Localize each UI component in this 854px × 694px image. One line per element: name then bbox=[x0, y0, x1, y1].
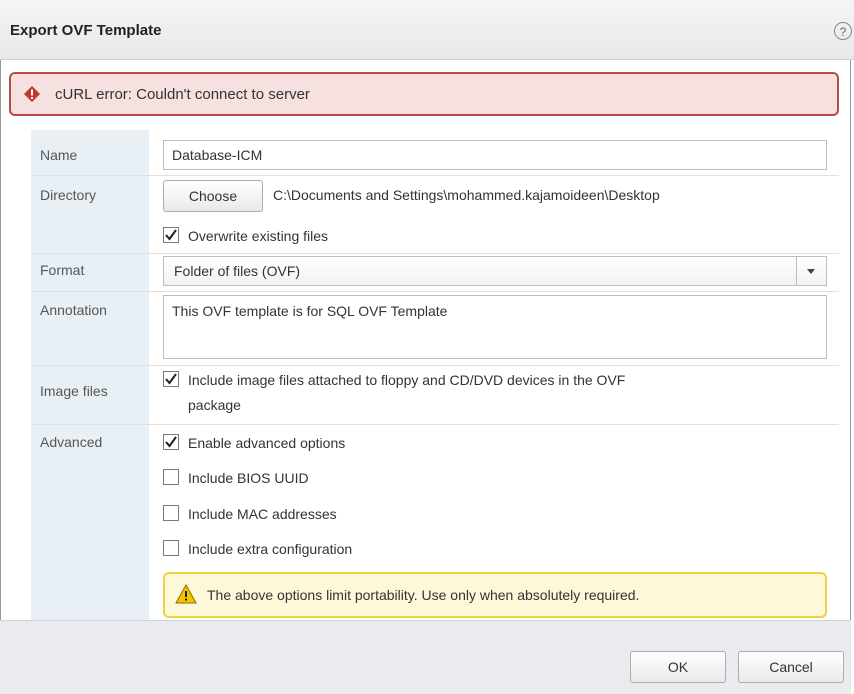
chevron-down-icon bbox=[807, 269, 815, 274]
image-files-option-line2: package bbox=[188, 397, 241, 413]
dropdown-arrow[interactable] bbox=[796, 257, 826, 285]
annotation-label: Annotation bbox=[40, 302, 107, 318]
dialog-titlebar: Export OVF Template ? bbox=[0, 0, 854, 60]
error-banner: cURL error: Couldn't connect to server bbox=[9, 72, 839, 116]
checkmark-icon bbox=[165, 373, 177, 385]
include-bios-uuid-checkbox[interactable] bbox=[163, 469, 179, 485]
row-divider bbox=[31, 253, 839, 254]
help-icon[interactable]: ? bbox=[834, 22, 852, 40]
row-divider bbox=[31, 175, 839, 176]
error-diamond-icon bbox=[24, 86, 40, 102]
include-mac-addresses-label: Include MAC addresses bbox=[188, 506, 337, 522]
advanced-label: Advanced bbox=[40, 434, 103, 450]
warning-text: The above options limit portability. Use… bbox=[207, 587, 640, 603]
dialog-title: Export OVF Template bbox=[10, 22, 162, 39]
error-message: cURL error: Couldn't connect to server bbox=[55, 86, 310, 103]
include-mac-addresses-checkbox[interactable] bbox=[163, 505, 179, 521]
name-field[interactable]: Database-ICM bbox=[163, 140, 827, 170]
labels-column bbox=[31, 130, 149, 623]
include-image-files-checkbox[interactable] bbox=[163, 371, 179, 387]
choose-button[interactable]: Choose bbox=[163, 180, 263, 212]
warning-triangle-icon bbox=[175, 584, 197, 604]
row-divider bbox=[31, 365, 839, 366]
directory-path: C:\Documents and Settings\mohammed.kajam… bbox=[273, 187, 660, 203]
format-selected-value: Folder of files (OVF) bbox=[174, 263, 301, 279]
row-divider bbox=[31, 291, 839, 292]
annotation-textarea[interactable]: This OVF template is for SQL OVF Templat… bbox=[163, 295, 827, 359]
overwrite-checkbox[interactable] bbox=[163, 227, 179, 243]
enable-advanced-options-label: Enable advanced options bbox=[188, 435, 346, 451]
checkmark-icon bbox=[165, 229, 177, 241]
include-extra-configuration-label: Include extra configuration bbox=[188, 541, 353, 557]
image-files-label: Image files bbox=[40, 383, 108, 399]
directory-label: Directory bbox=[40, 187, 97, 203]
enable-advanced-options-checkbox[interactable] bbox=[163, 434, 179, 450]
export-form: Name Database-ICM Directory Choose C:\Do… bbox=[31, 130, 839, 623]
format-select[interactable]: Folder of files (OVF) bbox=[163, 256, 827, 286]
portability-warning: The above options limit portability. Use… bbox=[163, 572, 827, 618]
row-divider bbox=[31, 424, 839, 425]
name-label: Name bbox=[40, 147, 78, 163]
include-extra-configuration-checkbox[interactable] bbox=[163, 540, 179, 556]
include-bios-uuid-label: Include BIOS UUID bbox=[188, 470, 309, 486]
checkmark-icon bbox=[165, 436, 177, 448]
format-label: Format bbox=[40, 262, 85, 278]
cancel-button[interactable]: Cancel bbox=[738, 651, 844, 683]
dialog-footer: OK Cancel bbox=[0, 620, 851, 694]
ok-button[interactable]: OK bbox=[630, 651, 726, 683]
image-files-option-line1: Include image files attached to floppy a… bbox=[188, 372, 626, 388]
overwrite-label: Overwrite existing files bbox=[188, 228, 329, 244]
